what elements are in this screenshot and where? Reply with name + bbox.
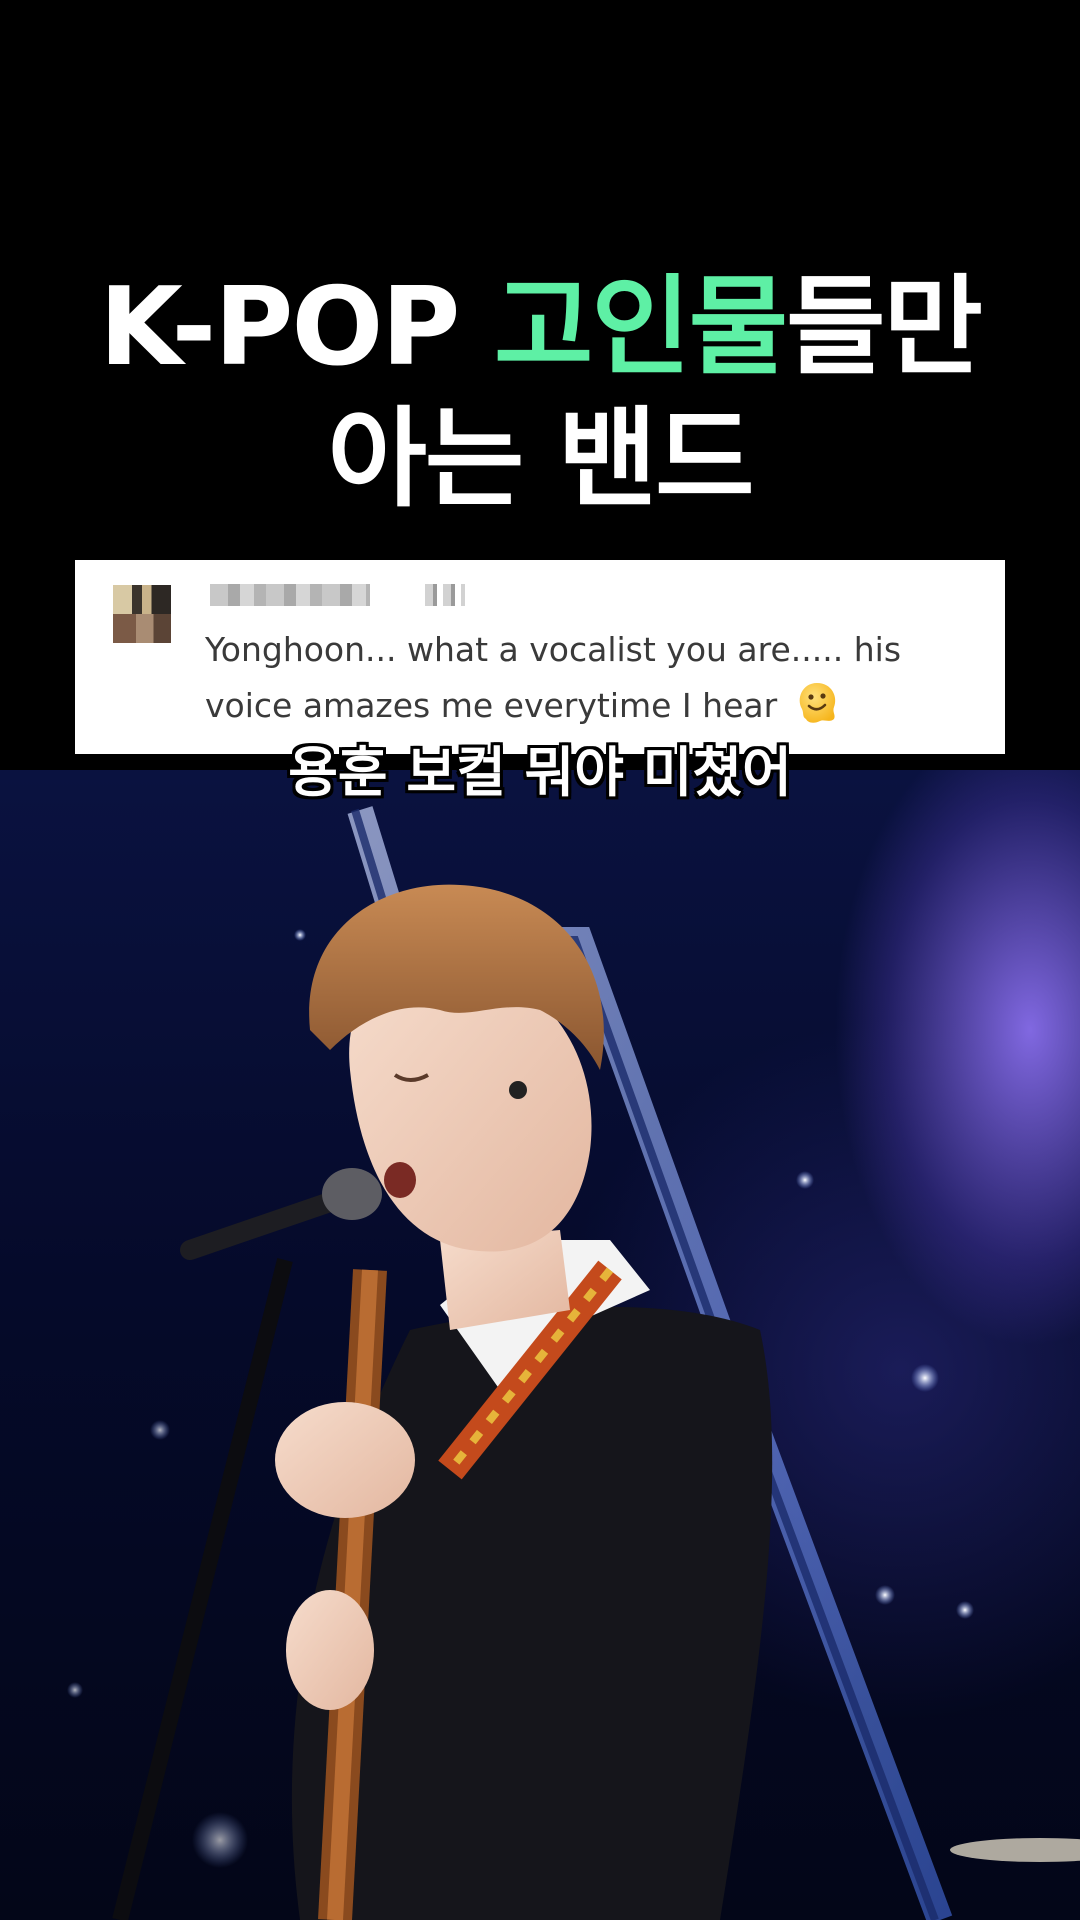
stage-performance-illustration: [67, 806, 1080, 1920]
title-line-1: K-POP 고인물들만: [0, 262, 1080, 394]
melting-face-icon: [799, 683, 835, 723]
title-line-2: 아는 밴드: [327, 397, 754, 522]
blurred-date: [425, 584, 465, 606]
comment-screenshot: Yonghoon... what a vocalist you are.....…: [75, 560, 1005, 754]
shorts-screen: K-POP 고인물들만 아는 밴드 Yonghoon... what a voc…: [0, 0, 1080, 1920]
title-prefix: K-POP: [99, 265, 495, 390]
title-suffix: 들만: [786, 265, 983, 390]
video-subtitle: 용훈 보컬 뭐야 미쳤어: [288, 741, 792, 804]
video-title: K-POP 고인물들만 아는 밴드: [0, 262, 1080, 526]
title-accent: 고인물: [494, 265, 788, 390]
commenter-avatar: [113, 585, 171, 643]
blurred-username: [210, 584, 370, 606]
video-frame[interactable]: [0, 770, 1080, 1920]
comment-body: Yonghoon... what a vocalist you are.....…: [205, 622, 985, 734]
